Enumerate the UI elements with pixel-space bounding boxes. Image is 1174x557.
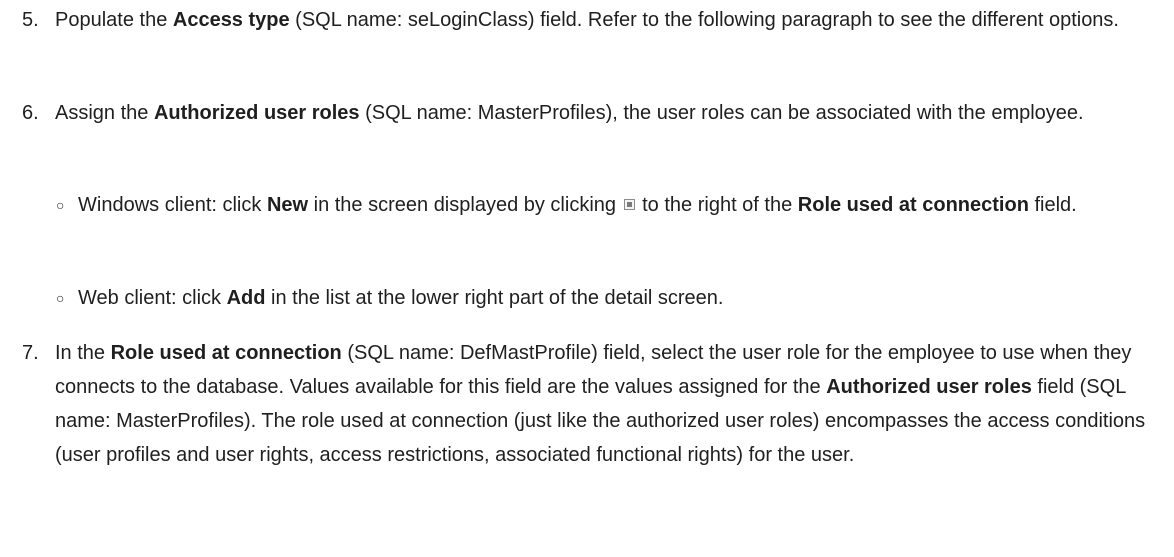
field-name-access-type: Access type	[172, 9, 290, 31]
step-number: 7.	[22, 342, 39, 364]
text-run: in the list at the lower right part of t…	[265, 287, 724, 309]
text-run: field.	[1028, 194, 1077, 216]
subitem-text: Windows client: click New in the screen …	[78, 188, 1166, 222]
field-name-authorized-user-roles: Authorized user roles	[826, 376, 1032, 398]
subitem-text: Web client: click Add in the list at the…	[78, 281, 1166, 315]
browse-button-icon	[623, 199, 635, 210]
step-text: Populate the Access type (SQL name: seLo…	[55, 3, 1162, 37]
text-run: Assign the	[55, 102, 154, 124]
text-run: In the	[55, 342, 111, 364]
text-run: to the right of the	[642, 194, 798, 216]
step-text: Assign the Authorized user roles (SQL na…	[55, 96, 1162, 130]
field-name-role-used-at-connection: Role used at connection	[797, 194, 1029, 216]
bullet-circle: ○	[56, 197, 65, 213]
step-text: In the Role used at connection (SQL name…	[55, 336, 1162, 472]
text-run: in the screen displayed by clicking	[308, 194, 622, 216]
step-7: 7. In the Role used at connection (SQL n…	[22, 336, 1162, 472]
step-6: 6. Assign the Authorized user roles (SQL…	[22, 96, 1162, 130]
text-run: Web client: click	[78, 287, 227, 309]
step-number: 6.	[22, 102, 39, 124]
subitem-windows-client: ○ Windows client: click New in the scree…	[56, 188, 1166, 222]
step-number: 5.	[22, 9, 39, 31]
step-5: 5. Populate the Access type (SQL name: s…	[22, 3, 1162, 37]
button-name-new: New	[266, 194, 309, 216]
bullet-circle: ○	[56, 290, 65, 306]
field-name-authorized-user-roles: Authorized user roles	[153, 102, 360, 124]
text-run: Windows client: click	[78, 194, 267, 216]
field-name-role-used-at-connection: Role used at connection	[110, 342, 342, 364]
text-run: Populate the	[55, 9, 173, 31]
subitem-web-client: ○ Web client: click Add in the list at t…	[56, 281, 1166, 315]
text-run: (SQL name: MasterProfiles), the user rol…	[359, 102, 1084, 124]
button-name-add: Add	[226, 287, 266, 309]
text-run: (SQL name: seLoginClass) field. Refer to…	[289, 9, 1119, 31]
